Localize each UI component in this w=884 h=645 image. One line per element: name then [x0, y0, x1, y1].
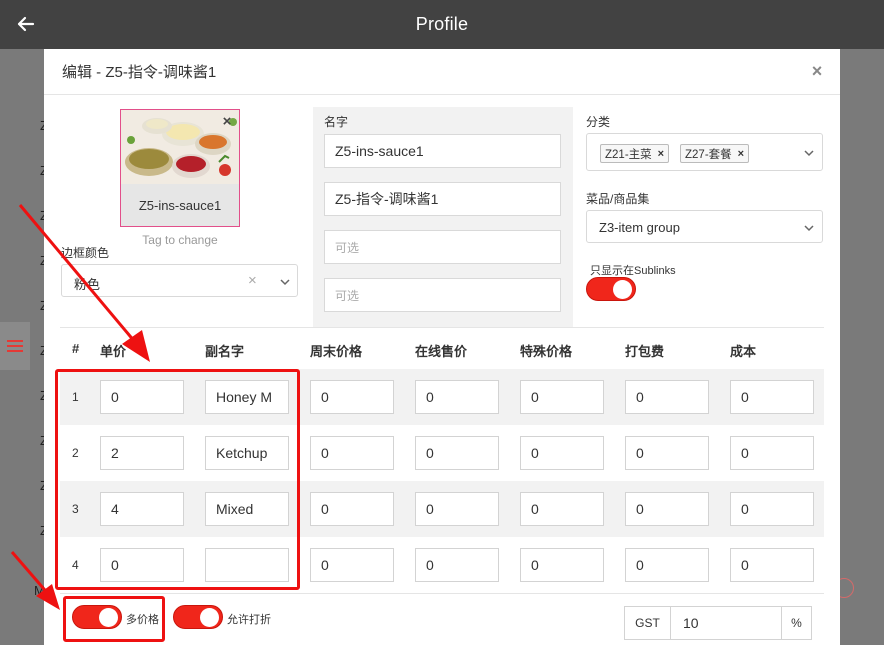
special-price-input[interactable]: 0 — [520, 548, 604, 582]
category-multiselect[interactable]: Z21-主菜 × Z27-套餐 × — [586, 133, 823, 171]
weekend-price-input[interactable]: 0 — [310, 492, 394, 526]
item-group-value: Z3-item group — [599, 220, 680, 235]
packing-fee-input[interactable]: 0 — [625, 492, 709, 526]
gst-input-group: GST 10 % — [624, 606, 812, 640]
col-header-special-price: 特殊价格 — [520, 344, 573, 359]
border-color-label: 边框颜色 — [61, 246, 110, 260]
remove-image-icon[interactable]: × — [219, 114, 235, 130]
special-price-input[interactable]: 0 — [520, 380, 604, 414]
col-header-packing-fee: 打包费 — [625, 344, 665, 359]
online-price-input[interactable]: 0 — [415, 492, 499, 526]
allow-discount-toggle[interactable] — [173, 605, 223, 629]
col-header-cost: 成本 — [730, 344, 757, 359]
table-header: # 单价 副名字 周末价格 在线售价 特殊价格 打包费 成本 — [60, 327, 824, 367]
packing-fee-input[interactable]: 0 — [625, 548, 709, 582]
gst-input[interactable]: 10 — [671, 607, 781, 639]
name-input[interactable]: Z5-ins-sauce1 — [324, 134, 561, 168]
cost-input[interactable]: 0 — [730, 492, 814, 526]
image-hint: Tag to change — [142, 233, 218, 247]
special-price-input[interactable]: 0 — [520, 492, 604, 526]
chevron-down-icon — [804, 225, 814, 232]
sublinks-toggle[interactable] — [586, 277, 636, 301]
packing-fee-input[interactable]: 0 — [625, 380, 709, 414]
name-chinese-input[interactable]: Z5-指令-调味酱1 — [324, 182, 561, 216]
name-label: 名字 — [324, 115, 349, 129]
app-header: Profile — [0, 0, 884, 49]
col-header-subname: 副名字 — [205, 344, 245, 359]
cost-input[interactable]: 0 — [730, 548, 814, 582]
item-group-select[interactable]: Z3-item group — [586, 210, 823, 243]
packing-fee-input[interactable]: 0 — [625, 436, 709, 470]
gst-unit: % — [781, 607, 811, 639]
online-price-input[interactable]: 0 — [415, 380, 499, 414]
image-caption: Z5-ins-sauce1 — [121, 184, 239, 226]
side-menu-button[interactable] — [0, 322, 30, 370]
col-header-index: # — [72, 341, 80, 356]
back-arrow-icon[interactable] — [12, 10, 40, 38]
category-chip: Z27-套餐 × — [680, 144, 750, 163]
cost-input[interactable]: 0 — [730, 436, 814, 470]
sublinks-label: 只显示在Sublinks — [590, 265, 676, 277]
chevron-down-icon — [804, 150, 814, 157]
category-chip-label: Z27-套餐 — [685, 148, 732, 161]
col-header-online-price: 在线售价 — [415, 344, 468, 359]
special-price-input[interactable]: 0 — [520, 436, 604, 470]
background-page-right — [840, 49, 884, 645]
border-color-value: 粉色 — [74, 277, 101, 292]
toggle-knob — [200, 608, 219, 627]
clear-icon[interactable]: × — [248, 272, 257, 289]
hamburger-icon — [7, 340, 23, 352]
category-chip: Z21-主菜 × — [600, 144, 670, 163]
online-price-input[interactable]: 0 — [415, 436, 499, 470]
col-header-price: 单价 — [100, 344, 127, 359]
category-label: 分类 — [586, 115, 611, 129]
page-title: Profile — [415, 14, 469, 34]
optional-name-input-1[interactable]: 可选 — [324, 230, 561, 264]
allow-discount-label: 允许打折 — [227, 614, 271, 626]
weekend-price-input[interactable]: 0 — [310, 548, 394, 582]
online-price-input[interactable]: 0 — [415, 548, 499, 582]
category-chip-label: Z21-主菜 — [605, 148, 652, 161]
chip-remove-icon[interactable]: × — [658, 148, 664, 160]
item-group-label: 菜品/商品集 — [586, 192, 650, 206]
gst-label: GST — [625, 607, 671, 639]
dialog-header: 编辑 - Z5-指令-调味酱1 × — [44, 49, 840, 95]
highlight-box-multi-price-toggle — [63, 596, 165, 642]
item-image-card[interactable]: × Z5-ins-sauce1 — [120, 109, 240, 227]
chip-remove-icon[interactable]: × — [738, 148, 744, 160]
weekend-price-input[interactable]: 0 — [310, 436, 394, 470]
footer-divider — [60, 593, 824, 594]
optional-name-input-2[interactable]: 可选 — [324, 278, 561, 312]
toggle-knob — [613, 280, 632, 299]
chevron-down-icon — [280, 279, 290, 286]
col-header-weekend-price: 周末价格 — [310, 344, 363, 359]
weekend-price-input[interactable]: 0 — [310, 380, 394, 414]
highlight-box-price-columns — [55, 369, 300, 590]
close-icon[interactable]: × — [806, 60, 828, 82]
border-color-select[interactable]: 粉色 × — [61, 264, 298, 297]
cost-input[interactable]: 0 — [730, 380, 814, 414]
dialog-title: 编辑 - Z5-指令-调味酱1 — [62, 64, 217, 81]
